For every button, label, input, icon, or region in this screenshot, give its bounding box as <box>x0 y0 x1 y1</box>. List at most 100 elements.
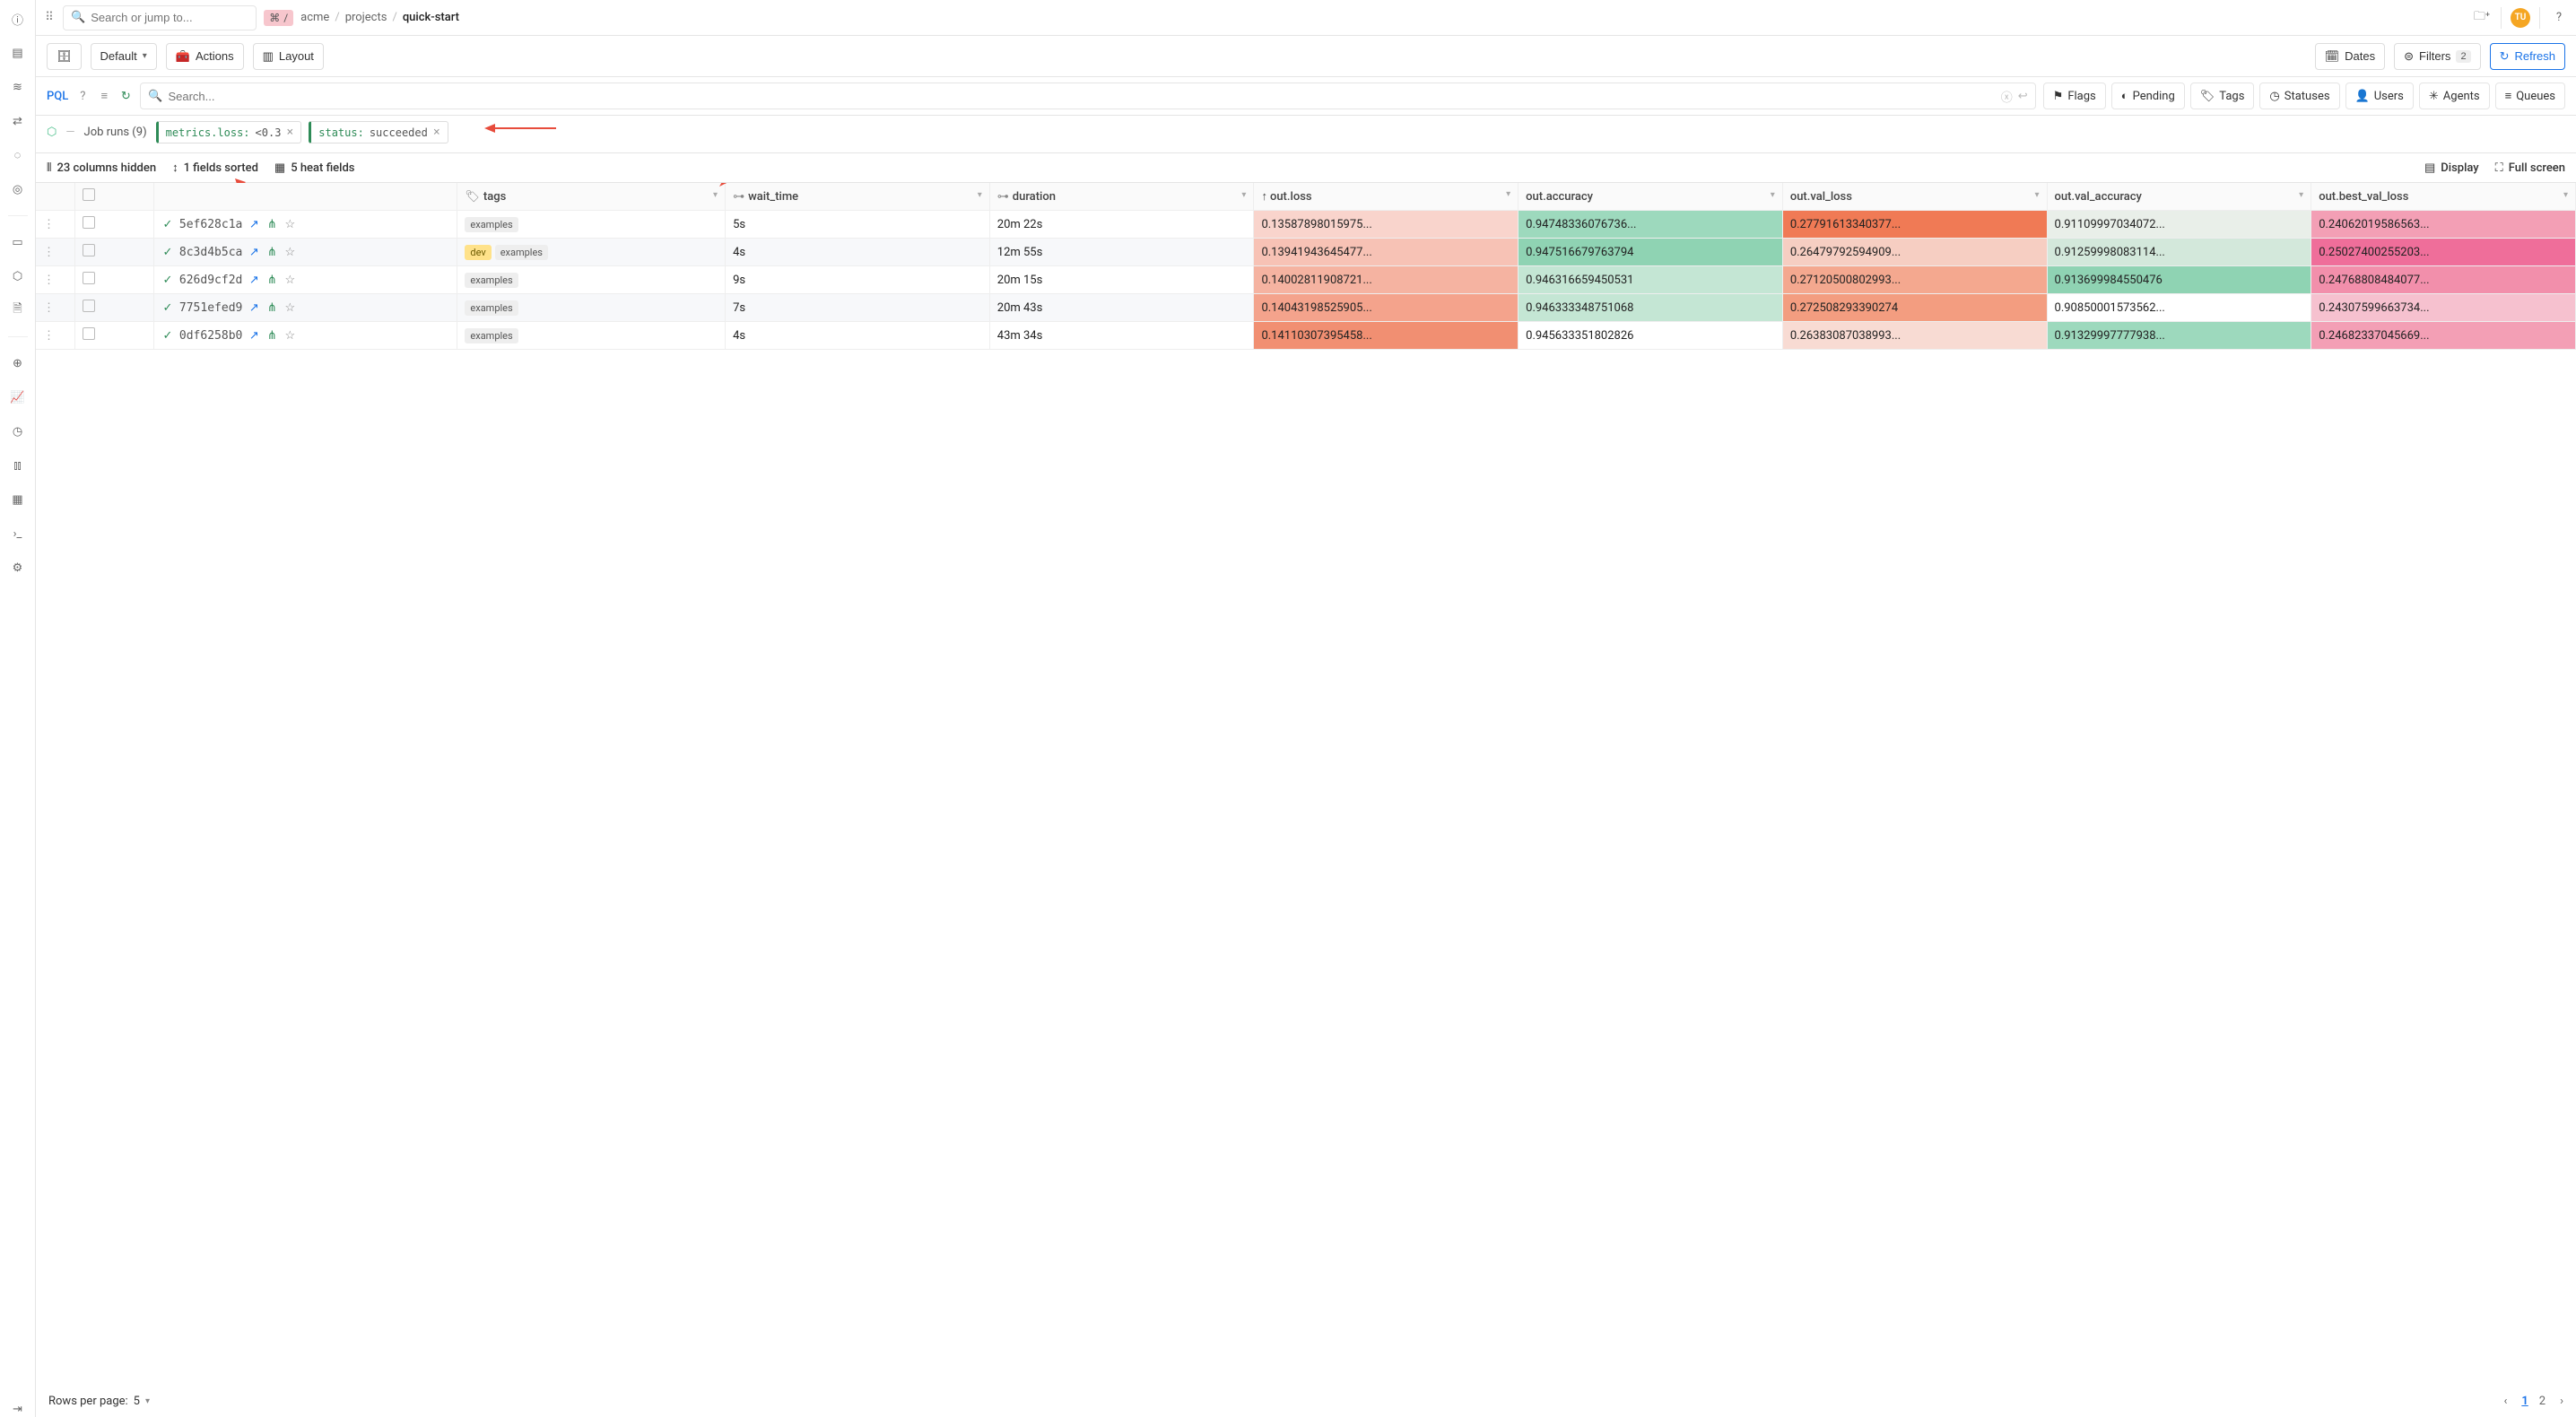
star-icon[interactable]: ☆ <box>283 329 296 342</box>
row-checkbox[interactable] <box>75 294 154 322</box>
table-icon[interactable]: ▦ <box>10 491 26 508</box>
table-row[interactable]: ⋮✓626d9cf2d↗⋔☆examples9s20m 15s0.1400281… <box>36 266 2576 294</box>
row-handle[interactable]: ⋮ <box>36 266 75 294</box>
facet-users[interactable]: 👤Users <box>2345 83 2414 109</box>
terminal-icon[interactable]: ›_ <box>10 526 26 542</box>
col-duration[interactable]: ⊶duration▾ <box>989 183 1254 211</box>
chart-up-icon[interactable]: 📈 <box>10 389 26 405</box>
fullscreen-button[interactable]: ⛶ Full screen <box>2495 161 2565 175</box>
collapse-icon[interactable]: ⇥ <box>10 1401 26 1417</box>
chevron-down-icon[interactable]: ▾ <box>145 1396 150 1406</box>
col-run[interactable] <box>153 183 457 211</box>
card-icon[interactable]: ▭ <box>10 234 26 250</box>
sorted-fields-button[interactable]: ↕ 1 fields sorted <box>172 161 258 175</box>
hidden-columns-button[interactable]: ⫴ 23 columns hidden <box>47 161 156 175</box>
row-handle[interactable]: ⋮ <box>36 239 75 266</box>
global-search[interactable]: 🔍 <box>63 5 257 30</box>
col-wait-time[interactable]: ⊶wait_time▾ <box>726 183 990 211</box>
pql-label[interactable]: PQL <box>47 90 68 103</box>
dates-button[interactable]: 🗓 Dates <box>2315 43 2385 70</box>
layout-button[interactable]: ▥ Layout <box>253 43 324 70</box>
heat-fields-button[interactable]: ▦ 5 heat fields <box>274 161 355 175</box>
open-icon[interactable]: ↗ <box>248 274 260 286</box>
facet-statuses[interactable]: ◷Statuses <box>2259 83 2339 109</box>
breadcrumb-projects[interactable]: projects <box>345 11 387 24</box>
drag-handle-icon[interactable]: ⠿ <box>43 11 56 24</box>
list-icon[interactable]: ≡ <box>97 89 111 103</box>
breadcrumb-project[interactable]: quick-start <box>403 11 459 24</box>
col-out-best-val-loss[interactable]: out.best_val_loss▾ <box>2311 183 2576 211</box>
pql-help-icon[interactable]: ? <box>75 89 90 103</box>
facet-queues[interactable]: ≡Queues <box>2495 83 2565 109</box>
display-button[interactable]: ▤ Display <box>2424 161 2479 175</box>
clock-icon[interactable]: ◷ <box>10 423 26 439</box>
folder-add-icon[interactable]: 🗀⁺ <box>2472 8 2492 28</box>
clear-icon[interactable]: ⓧ <box>2001 88 2013 105</box>
facet-flags[interactable]: ⚑Flags <box>2043 83 2106 109</box>
help-icon[interactable]: ? <box>2549 8 2569 28</box>
open-icon[interactable]: ↗ <box>248 246 260 258</box>
branch-icon[interactable]: ⋔ <box>265 274 278 286</box>
branch-icon[interactable]: ⋔ <box>265 218 278 230</box>
col-tags[interactable]: 🏷tags▾ <box>457 183 726 211</box>
facet-tags[interactable]: 🏷Tags <box>2190 83 2255 109</box>
row-handle[interactable]: ⋮ <box>36 322 75 350</box>
chevron-down-icon[interactable]: ▾ <box>1506 189 1510 199</box>
table-row[interactable]: ⋮✓0df6258b0↗⋔☆examples4s43m 34s0.1411030… <box>36 322 2576 350</box>
col-out-loss[interactable]: ↑out.loss▾ <box>1254 183 1519 211</box>
cube-icon[interactable]: ⬡ <box>10 268 26 284</box>
run-id[interactable]: 0df6258b0 <box>179 329 242 343</box>
chevron-down-icon[interactable]: ▾ <box>978 190 982 200</box>
gear-small-icon[interactable]: ◎ <box>10 181 26 197</box>
chevron-down-icon[interactable]: ▾ <box>713 190 718 200</box>
chevron-down-icon[interactable]: ▾ <box>2034 190 2039 200</box>
page-icon[interactable]: 🗎 <box>10 302 26 318</box>
row-checkbox[interactable] <box>75 239 154 266</box>
page-next[interactable]: › <box>2560 1395 2563 1408</box>
enter-icon[interactable]: ↩ <box>2018 90 2028 103</box>
facet-pending[interactable]: ◐Pending <box>2111 83 2185 109</box>
page-number[interactable]: 1 <box>2521 1395 2528 1408</box>
table-row[interactable]: ⋮✓8c3d4b5ca↗⋔☆devexamples4s12m 55s0.1394… <box>36 239 2576 266</box>
chevron-down-icon[interactable]: ▾ <box>2299 190 2303 200</box>
remove-chip-icon[interactable]: × <box>433 126 440 139</box>
run-id[interactable]: 5ef628c1a <box>179 218 242 231</box>
target-icon[interactable]: ◌ <box>10 147 26 163</box>
table-row[interactable]: ⋮✓7751efed9↗⋔☆examples7s20m 43s0.1404319… <box>36 294 2576 322</box>
col-out-val-accuracy[interactable]: out.val_accuracy▾ <box>2047 183 2311 211</box>
star-icon[interactable]: ☆ <box>283 274 296 286</box>
run-id[interactable]: 626d9cf2d <box>179 274 242 287</box>
actions-button[interactable]: 🧰 Actions <box>166 43 244 70</box>
col-out-accuracy[interactable]: out.accuracy▾ <box>1519 183 1783 211</box>
query-search[interactable]: 🔍 ⓧ ↩ <box>140 83 2035 109</box>
page-number[interactable]: 2 <box>2539 1395 2546 1408</box>
branch-icon[interactable]: ⋔ <box>265 246 278 258</box>
rows-per-page[interactable]: Rows per page: 5 ▾ <box>48 1395 150 1408</box>
chevron-down-icon[interactable]: ▾ <box>1771 190 1775 200</box>
row-checkbox[interactable] <box>75 211 154 239</box>
shuffle-icon[interactable]: ⇄ <box>10 113 26 129</box>
star-icon[interactable]: ☆ <box>283 218 296 230</box>
star-icon[interactable]: ☆ <box>283 301 296 314</box>
doc-icon[interactable]: ▤ <box>10 45 26 61</box>
facet-agents[interactable]: ✳Agents <box>2419 83 2490 109</box>
run-id[interactable]: 7751efed9 <box>179 301 242 315</box>
row-handle[interactable]: ⋮ <box>36 294 75 322</box>
run-id[interactable]: 8c3d4b5ca <box>179 246 242 259</box>
open-icon[interactable]: ↗ <box>248 329 260 342</box>
query-search-input[interactable] <box>168 90 1995 103</box>
col-out-val-loss[interactable]: out.val_loss▾ <box>1782 183 2047 211</box>
page-prev[interactable]: ‹ <box>2503 1395 2507 1408</box>
table-row[interactable]: ⋮✓5ef628c1a↗⋔☆examples5s20m 22s0.1358789… <box>36 211 2576 239</box>
branch-icon[interactable]: ⋔ <box>265 329 278 342</box>
open-icon[interactable]: ↗ <box>248 218 260 230</box>
breadcrumb-org[interactable]: acme <box>300 11 329 24</box>
col-select-all[interactable] <box>75 183 154 211</box>
remove-chip-icon[interactable]: × <box>286 126 293 139</box>
chevron-down-icon[interactable]: ▾ <box>1241 190 1246 200</box>
view-select[interactable]: Default ▾ <box>91 43 157 70</box>
save-view-button[interactable]: 🗄 <box>47 43 82 70</box>
chevron-down-icon[interactable]: ▾ <box>2563 190 2568 200</box>
zoom-icon[interactable]: ⊕ <box>10 355 26 371</box>
sync-icon[interactable]: ↻ <box>118 89 133 103</box>
